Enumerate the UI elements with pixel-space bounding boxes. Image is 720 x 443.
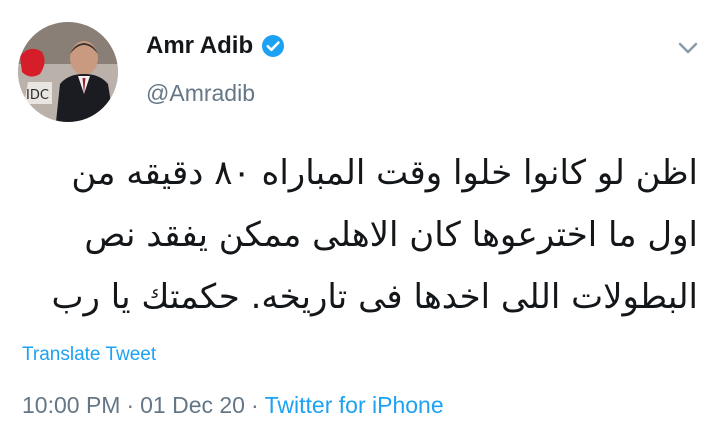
chevron-down-icon[interactable] <box>676 38 700 58</box>
tweet-card: IDC Amr Adib @Amradib اظن لو كانوا خلوا … <box>0 0 720 443</box>
avatar[interactable]: IDC <box>18 22 118 122</box>
tweet-text: اظن لو كانوا خلوا وقت المباراه ٨٠ دقيقه … <box>51 153 698 317</box>
verified-badge-icon <box>262 35 285 57</box>
author-handle[interactable]: @Amradib <box>146 80 255 107</box>
tweet-date[interactable]: 01 Dec 20 <box>140 392 245 419</box>
meta-separator: · <box>250 392 259 418</box>
tweet-metadata: 10:00 PM · 01 Dec 20 · Twitter for iPhon… <box>22 392 444 419</box>
author-name-row: Amr Adib <box>146 32 285 60</box>
meta-separator: · <box>126 392 135 418</box>
tweet-source-link[interactable]: Twitter for iPhone <box>265 392 444 419</box>
tweet-time[interactable]: 10:00 PM <box>22 392 120 419</box>
translate-tweet-link[interactable]: Translate Tweet <box>22 344 156 366</box>
author-display-name[interactable]: Amr Adib <box>146 32 253 60</box>
svg-text:IDC: IDC <box>26 88 49 103</box>
